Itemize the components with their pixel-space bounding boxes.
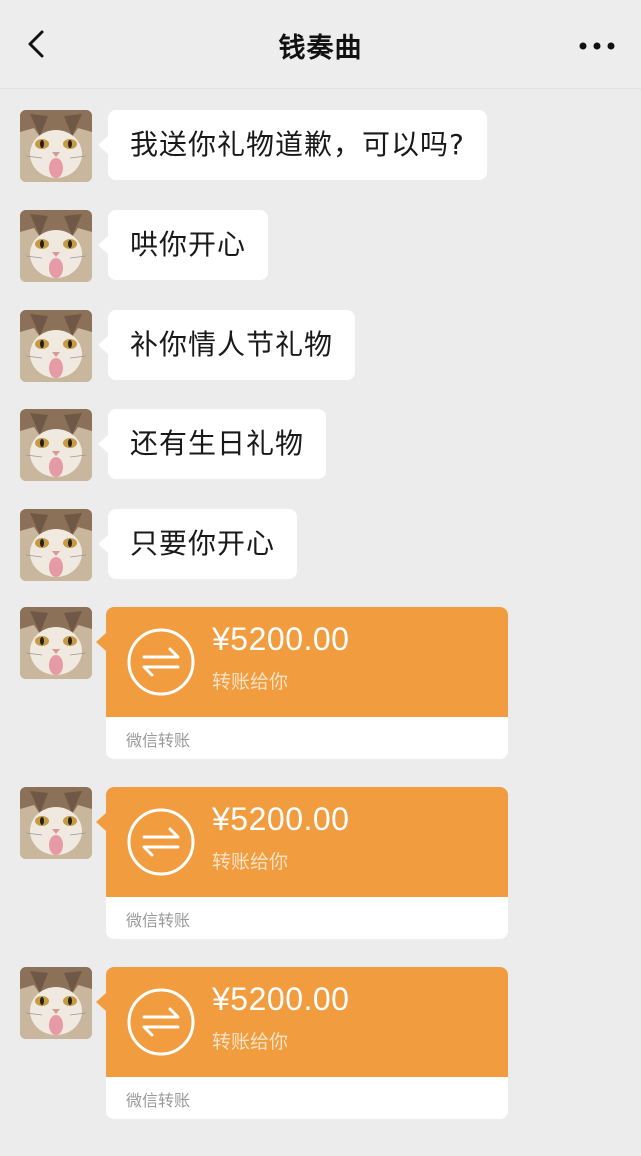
transfer-footer: 微信转账 bbox=[126, 731, 191, 750]
transfer-footer: 微信转账 bbox=[126, 1091, 191, 1110]
chat-title: 钱奏曲 bbox=[278, 33, 363, 64]
transfer-arrows-icon bbox=[127, 808, 195, 876]
message-bubble[interactable]: 补你情人节礼物 bbox=[97, 310, 356, 380]
avatar[interactable] bbox=[20, 110, 92, 182]
more-options-button[interactable] bbox=[575, 26, 619, 62]
transfer-subtitle: 转账给你 bbox=[212, 671, 289, 693]
message-bubble[interactable]: 我送你礼物道歉，可以吗? bbox=[98, 110, 487, 180]
transfer-subtitle: 转账给你 bbox=[212, 851, 289, 873]
transfer-arrows-icon bbox=[127, 628, 195, 696]
transfer-amount: ¥5200.00 bbox=[212, 981, 350, 1017]
message-bubble[interactable]: 只要你开心 bbox=[97, 509, 298, 579]
transfer-card[interactable]: ¥5200.00 转账给你 微信转账 bbox=[106, 967, 508, 1119]
message-bubble[interactable]: 哄你开心 bbox=[97, 210, 269, 280]
transfer-footer: 微信转账 bbox=[126, 911, 191, 930]
avatar[interactable] bbox=[20, 310, 92, 382]
more-horizontal-icon bbox=[579, 42, 615, 50]
transfer-card[interactable]: ¥5200.00 转账给你 微信转账 bbox=[106, 607, 508, 759]
transfer-arrows-icon bbox=[127, 988, 195, 1056]
transfer-card[interactable]: ¥5200.00 转账给你 微信转账 bbox=[106, 787, 508, 939]
avatar[interactable] bbox=[20, 210, 92, 282]
top-navigation-bar: 钱奏曲 bbox=[0, 0, 641, 89]
message-bubble[interactable]: 还有生日礼物 bbox=[97, 409, 327, 479]
transfer-amount: ¥5200.00 bbox=[212, 621, 350, 657]
avatar[interactable] bbox=[20, 509, 92, 581]
transfer-amount: ¥5200.00 bbox=[212, 801, 350, 837]
avatar[interactable] bbox=[20, 409, 92, 481]
transfer-subtitle: 转账给你 bbox=[212, 1031, 289, 1053]
